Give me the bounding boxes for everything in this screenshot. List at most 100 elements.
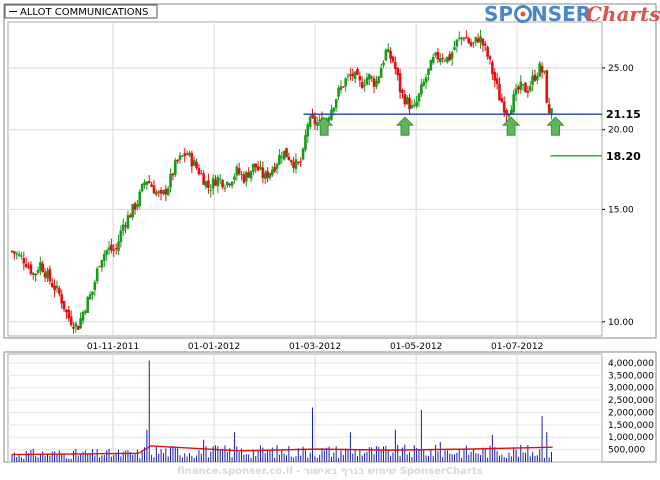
candle-body-up <box>337 87 340 97</box>
candle-body-up <box>439 58 442 62</box>
candle-body-up <box>204 181 208 188</box>
candle-body-down <box>287 156 291 161</box>
candle-body-up <box>344 78 347 87</box>
price-plot-area <box>7 21 603 337</box>
candle-body-up <box>382 62 385 66</box>
candle-body-down <box>495 78 499 85</box>
candle-body-up <box>521 84 525 86</box>
candle-body-up <box>240 174 243 176</box>
price-tick-label: 20.00 <box>608 126 634 136</box>
candle-body-down <box>488 56 492 60</box>
candle-body-up <box>119 230 123 242</box>
candle-body-down <box>370 76 373 78</box>
date-x-axis: 01-11-2011 01-01-2012 01-03-2012 01-05-2012… <box>87 342 543 352</box>
candle-body-up <box>39 261 42 271</box>
candle-body-up <box>17 254 21 256</box>
candle-body-up <box>166 188 170 196</box>
candle-body-up <box>211 178 215 189</box>
candle-body-up <box>280 156 284 158</box>
candle-body-down <box>22 258 26 264</box>
candle-body-up <box>235 166 239 176</box>
candle-body-down <box>152 185 156 194</box>
support-level-label: 21.15 <box>606 108 641 121</box>
candle-body-up <box>514 88 518 95</box>
logo-o-center-icon <box>520 11 526 17</box>
candle-body-up <box>531 76 534 85</box>
candle-body-down <box>526 90 530 93</box>
candle-body-up <box>259 166 262 169</box>
candle-body-down <box>498 84 501 101</box>
candle-body-down <box>114 248 118 250</box>
candle-body-up <box>332 107 336 112</box>
candle-body-up <box>268 173 272 178</box>
candle-body-down <box>476 38 480 43</box>
candle-body-up <box>95 268 99 282</box>
candle-body-down <box>24 263 28 268</box>
candle-body-up <box>20 255 23 257</box>
sponser-charts-logo: SP NSER Charts <box>484 2 660 26</box>
logo-text-nser: NSER <box>531 2 591 26</box>
candle-body-up <box>282 150 286 160</box>
candle-body-down <box>124 225 127 227</box>
candle-body-up <box>178 155 182 160</box>
candle-body-down <box>185 153 189 155</box>
candle-body-up <box>424 77 428 83</box>
candle-body-down <box>297 162 300 164</box>
candle-body-up <box>431 56 435 63</box>
candle-body-down <box>62 300 66 310</box>
candle-body-up <box>226 181 229 186</box>
candle-body-down <box>237 168 241 174</box>
candle-body-down <box>358 76 362 81</box>
candle-body-down <box>76 325 80 330</box>
candle-body-down <box>462 38 466 40</box>
candle-body-down <box>207 180 210 188</box>
candle-body-up <box>74 323 78 327</box>
candle-body-up <box>308 116 312 127</box>
candle-body-up <box>218 178 222 180</box>
candle-body-down <box>10 250 14 252</box>
volume-tick-label: 3,500,000 <box>608 371 654 381</box>
candle-body-up <box>446 56 449 63</box>
candle-body-down <box>69 316 73 325</box>
candle-body-down <box>545 70 549 103</box>
candle-body-down <box>254 163 258 168</box>
candle-body-down <box>190 153 194 167</box>
volume-tick-label: 500,000 <box>608 446 645 456</box>
candle-body-up <box>519 81 523 90</box>
candle-body-down <box>242 174 246 183</box>
candle-body-up <box>275 164 279 169</box>
candle-body-down <box>500 97 504 103</box>
candle-body-up <box>346 75 350 77</box>
candle-body-up <box>121 224 125 231</box>
candle-body-up <box>91 291 94 295</box>
candle-body-down <box>481 38 485 46</box>
candle-body-up <box>460 37 463 40</box>
candle-body-down <box>197 167 201 175</box>
candle-body-down <box>533 74 537 81</box>
candle-body-down <box>289 160 293 163</box>
candle-body-up <box>528 86 532 91</box>
candle-body-up <box>405 96 409 104</box>
candle-body-down <box>261 167 265 179</box>
candle-body-up <box>216 177 220 187</box>
candle-body-up <box>145 181 149 185</box>
candle-body-up <box>368 74 371 80</box>
candle-body-down <box>50 282 54 287</box>
candle-body-up <box>84 310 87 313</box>
candle-body-up <box>474 36 478 42</box>
target-level-label: 18.20 <box>606 150 641 163</box>
candle-body-down <box>176 159 179 162</box>
candle-body-down <box>221 180 224 188</box>
candle-body-up <box>223 187 227 189</box>
candle-body-down <box>351 73 355 77</box>
date-tick-label: 01-11-2011 <box>87 342 139 352</box>
candle-body-up <box>327 117 331 121</box>
candle-body-up <box>55 285 59 289</box>
volume-tick-label: 1,500,000 <box>608 421 654 431</box>
price-tick-label: 25.00 <box>608 64 634 74</box>
candle-body-down <box>58 288 61 294</box>
candle-body-up <box>365 77 369 85</box>
candle-body-up <box>173 160 177 175</box>
candle-body-up <box>107 247 111 251</box>
candle-body-down <box>524 82 527 93</box>
